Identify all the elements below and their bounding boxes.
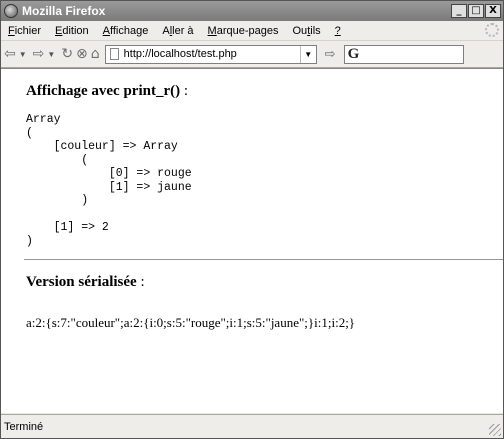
print-r-output: Array ( [couleur] => Array ( [0] => roug… [26,113,192,248]
go-icon[interactable]: ⇨ [325,47,336,62]
status-bar: Terminé [1,414,503,438]
menu-marque-pages[interactable]: Marque-pages [201,25,286,37]
url-text[interactable]: http://localhost/test.php [124,48,300,60]
serialized-output: a:2:{s:7:"couleur";a:2:{i:0;s:5:"rouge";… [26,315,356,330]
menu-affichage[interactable]: Affichage [96,25,156,37]
back-dropdown-icon[interactable]: ▼ [19,50,27,59]
menu-edition[interactable]: Edition [48,25,96,37]
menu-aller-a[interactable]: Aller à [155,25,200,37]
divider [24,259,503,260]
forward-arrow-icon[interactable]: ⇨ [33,46,45,62]
window-title: Mozilla Firefox [22,4,106,18]
page-content: Affichage avec print_r() : Array ( [coul… [1,68,503,413]
url-dropdown-icon[interactable]: ▼ [299,45,316,63]
firefox-logo-icon [4,4,18,18]
home-icon[interactable]: ⌂ [91,46,100,62]
url-bar[interactable]: http://localhost/test.php ▼ [104,44,317,64]
title-bar: Mozilla Firefox _ □ X [1,1,503,21]
menu-outils[interactable]: Outils [286,25,328,37]
forward-dropdown-icon[interactable]: ▼ [47,50,55,59]
reload-icon[interactable]: ↻ [61,46,73,62]
menu-bar: Fichier Edition Affichage Aller à Marque… [1,21,503,41]
page-icon [109,48,119,60]
print-r-heading: Affichage avec print_r() : [26,83,189,99]
maximize-button[interactable]: □ [468,4,484,18]
browser-window: Mozilla Firefox _ □ X Fichier Edition Af… [0,0,504,439]
stop-icon[interactable]: ⊗ [76,46,88,62]
minimize-button[interactable]: _ [451,4,467,18]
back-arrow-icon[interactable]: ⇦ [4,46,16,62]
close-button[interactable]: X [485,4,501,18]
google-search-icon[interactable]: G [348,46,360,63]
menu-help[interactable]: ? [328,25,348,37]
resize-grip-icon[interactable] [489,424,501,436]
status-text: Terminé [4,420,44,433]
activity-throbber-icon [485,23,499,37]
navigation-toolbar: ⇦ ▼ ⇨ ▼ ↻ ⊗ ⌂ http://localhost/test.php … [1,41,503,68]
serialized-heading: Version sérialisée : [26,274,145,290]
menu-fichier[interactable]: Fichier [1,25,48,37]
search-box[interactable]: G [343,44,464,64]
